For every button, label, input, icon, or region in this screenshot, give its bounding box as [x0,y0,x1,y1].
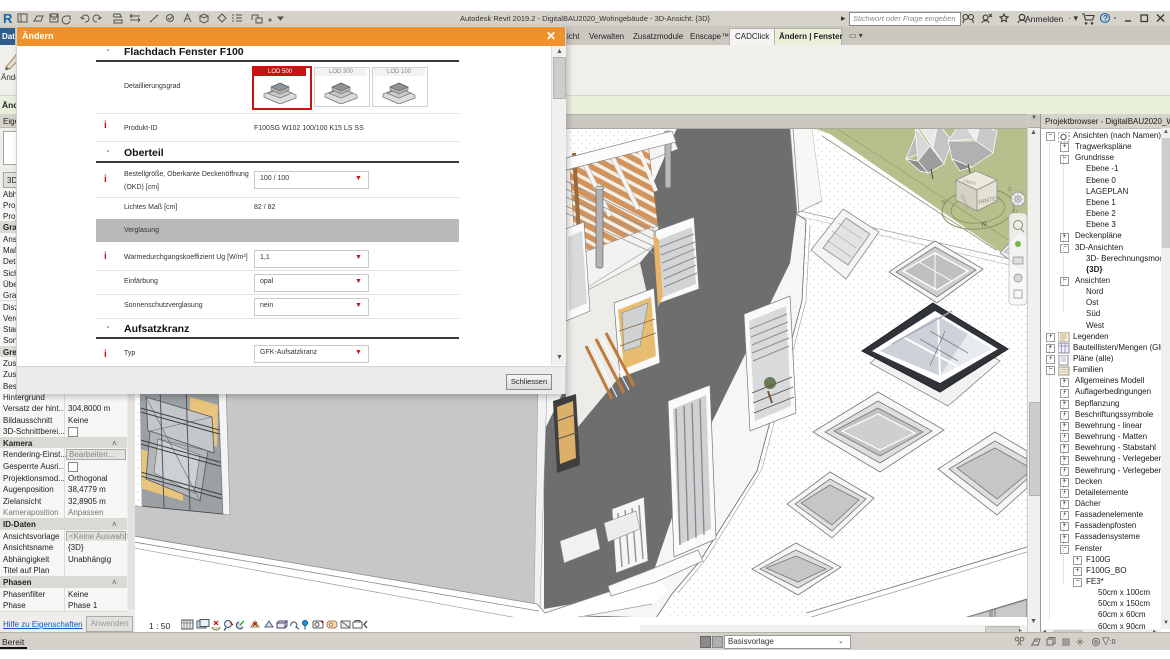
svg-text:W: W [941,200,946,206]
svg-text:?: ? [1103,14,1108,23]
